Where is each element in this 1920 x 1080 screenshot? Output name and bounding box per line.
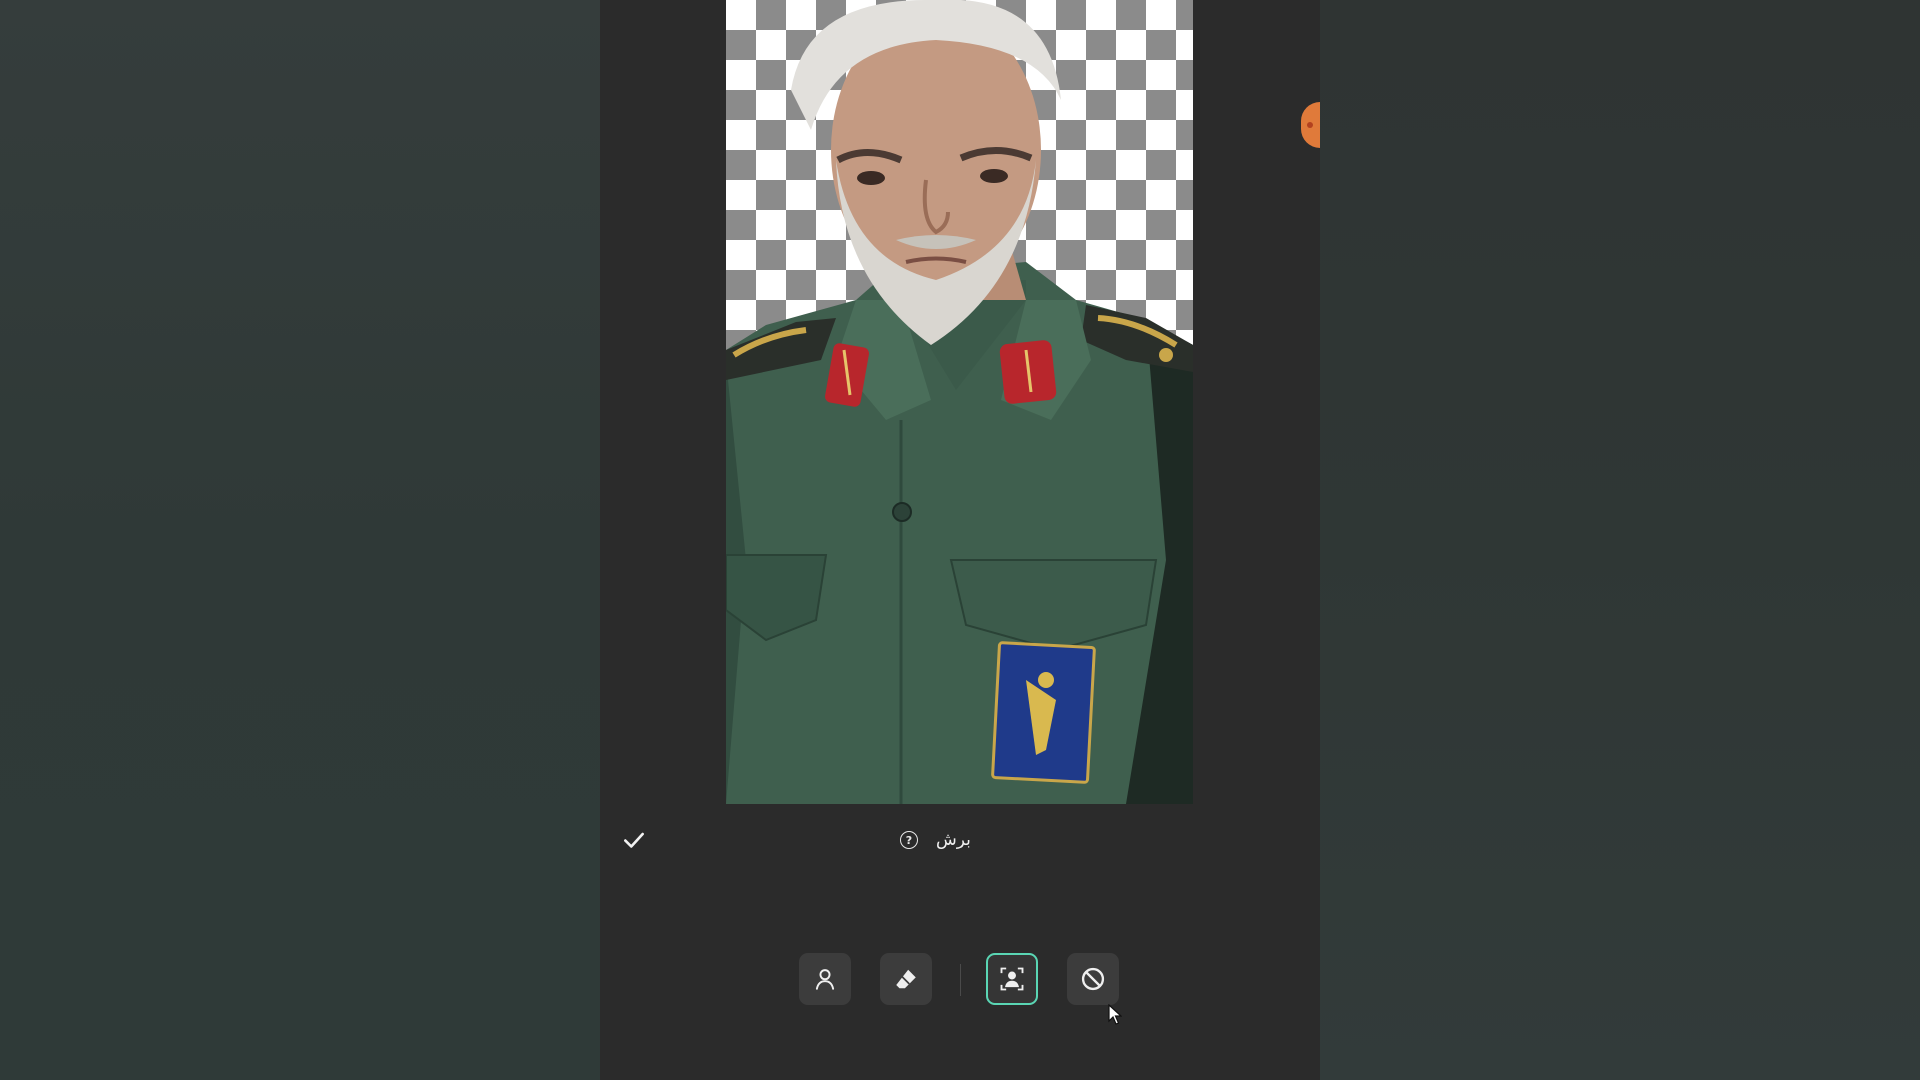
tool-bar	[600, 950, 1320, 1010]
eraser-icon	[896, 969, 916, 989]
prohibit-icon	[1081, 967, 1105, 991]
background-left	[0, 0, 600, 1080]
top-toolbar: ? برش	[600, 810, 1320, 870]
person-select-icon	[1000, 967, 1024, 991]
editor-panel: ? برش	[600, 0, 1320, 1080]
subject-photo	[726, 0, 1193, 804]
eraser-tool-button[interactable]	[880, 953, 932, 1005]
person-outline-icon	[815, 969, 835, 990]
page-title: برش	[936, 830, 971, 850]
tool-divider	[960, 964, 961, 996]
clear-selection-button[interactable]	[1067, 953, 1119, 1005]
auto-select-person-button[interactable]	[986, 953, 1038, 1005]
background-right	[1320, 0, 1920, 1080]
person-tool-button[interactable]	[799, 953, 851, 1005]
checkmark-icon	[624, 832, 644, 848]
image-canvas[interactable]	[726, 0, 1193, 804]
title-group: ? برش	[900, 824, 971, 856]
edge-handle[interactable]	[1301, 102, 1320, 148]
mouse-cursor-icon	[1108, 1004, 1122, 1025]
question-circle-icon[interactable]: ?	[900, 831, 918, 849]
confirm-button[interactable]	[614, 820, 654, 860]
